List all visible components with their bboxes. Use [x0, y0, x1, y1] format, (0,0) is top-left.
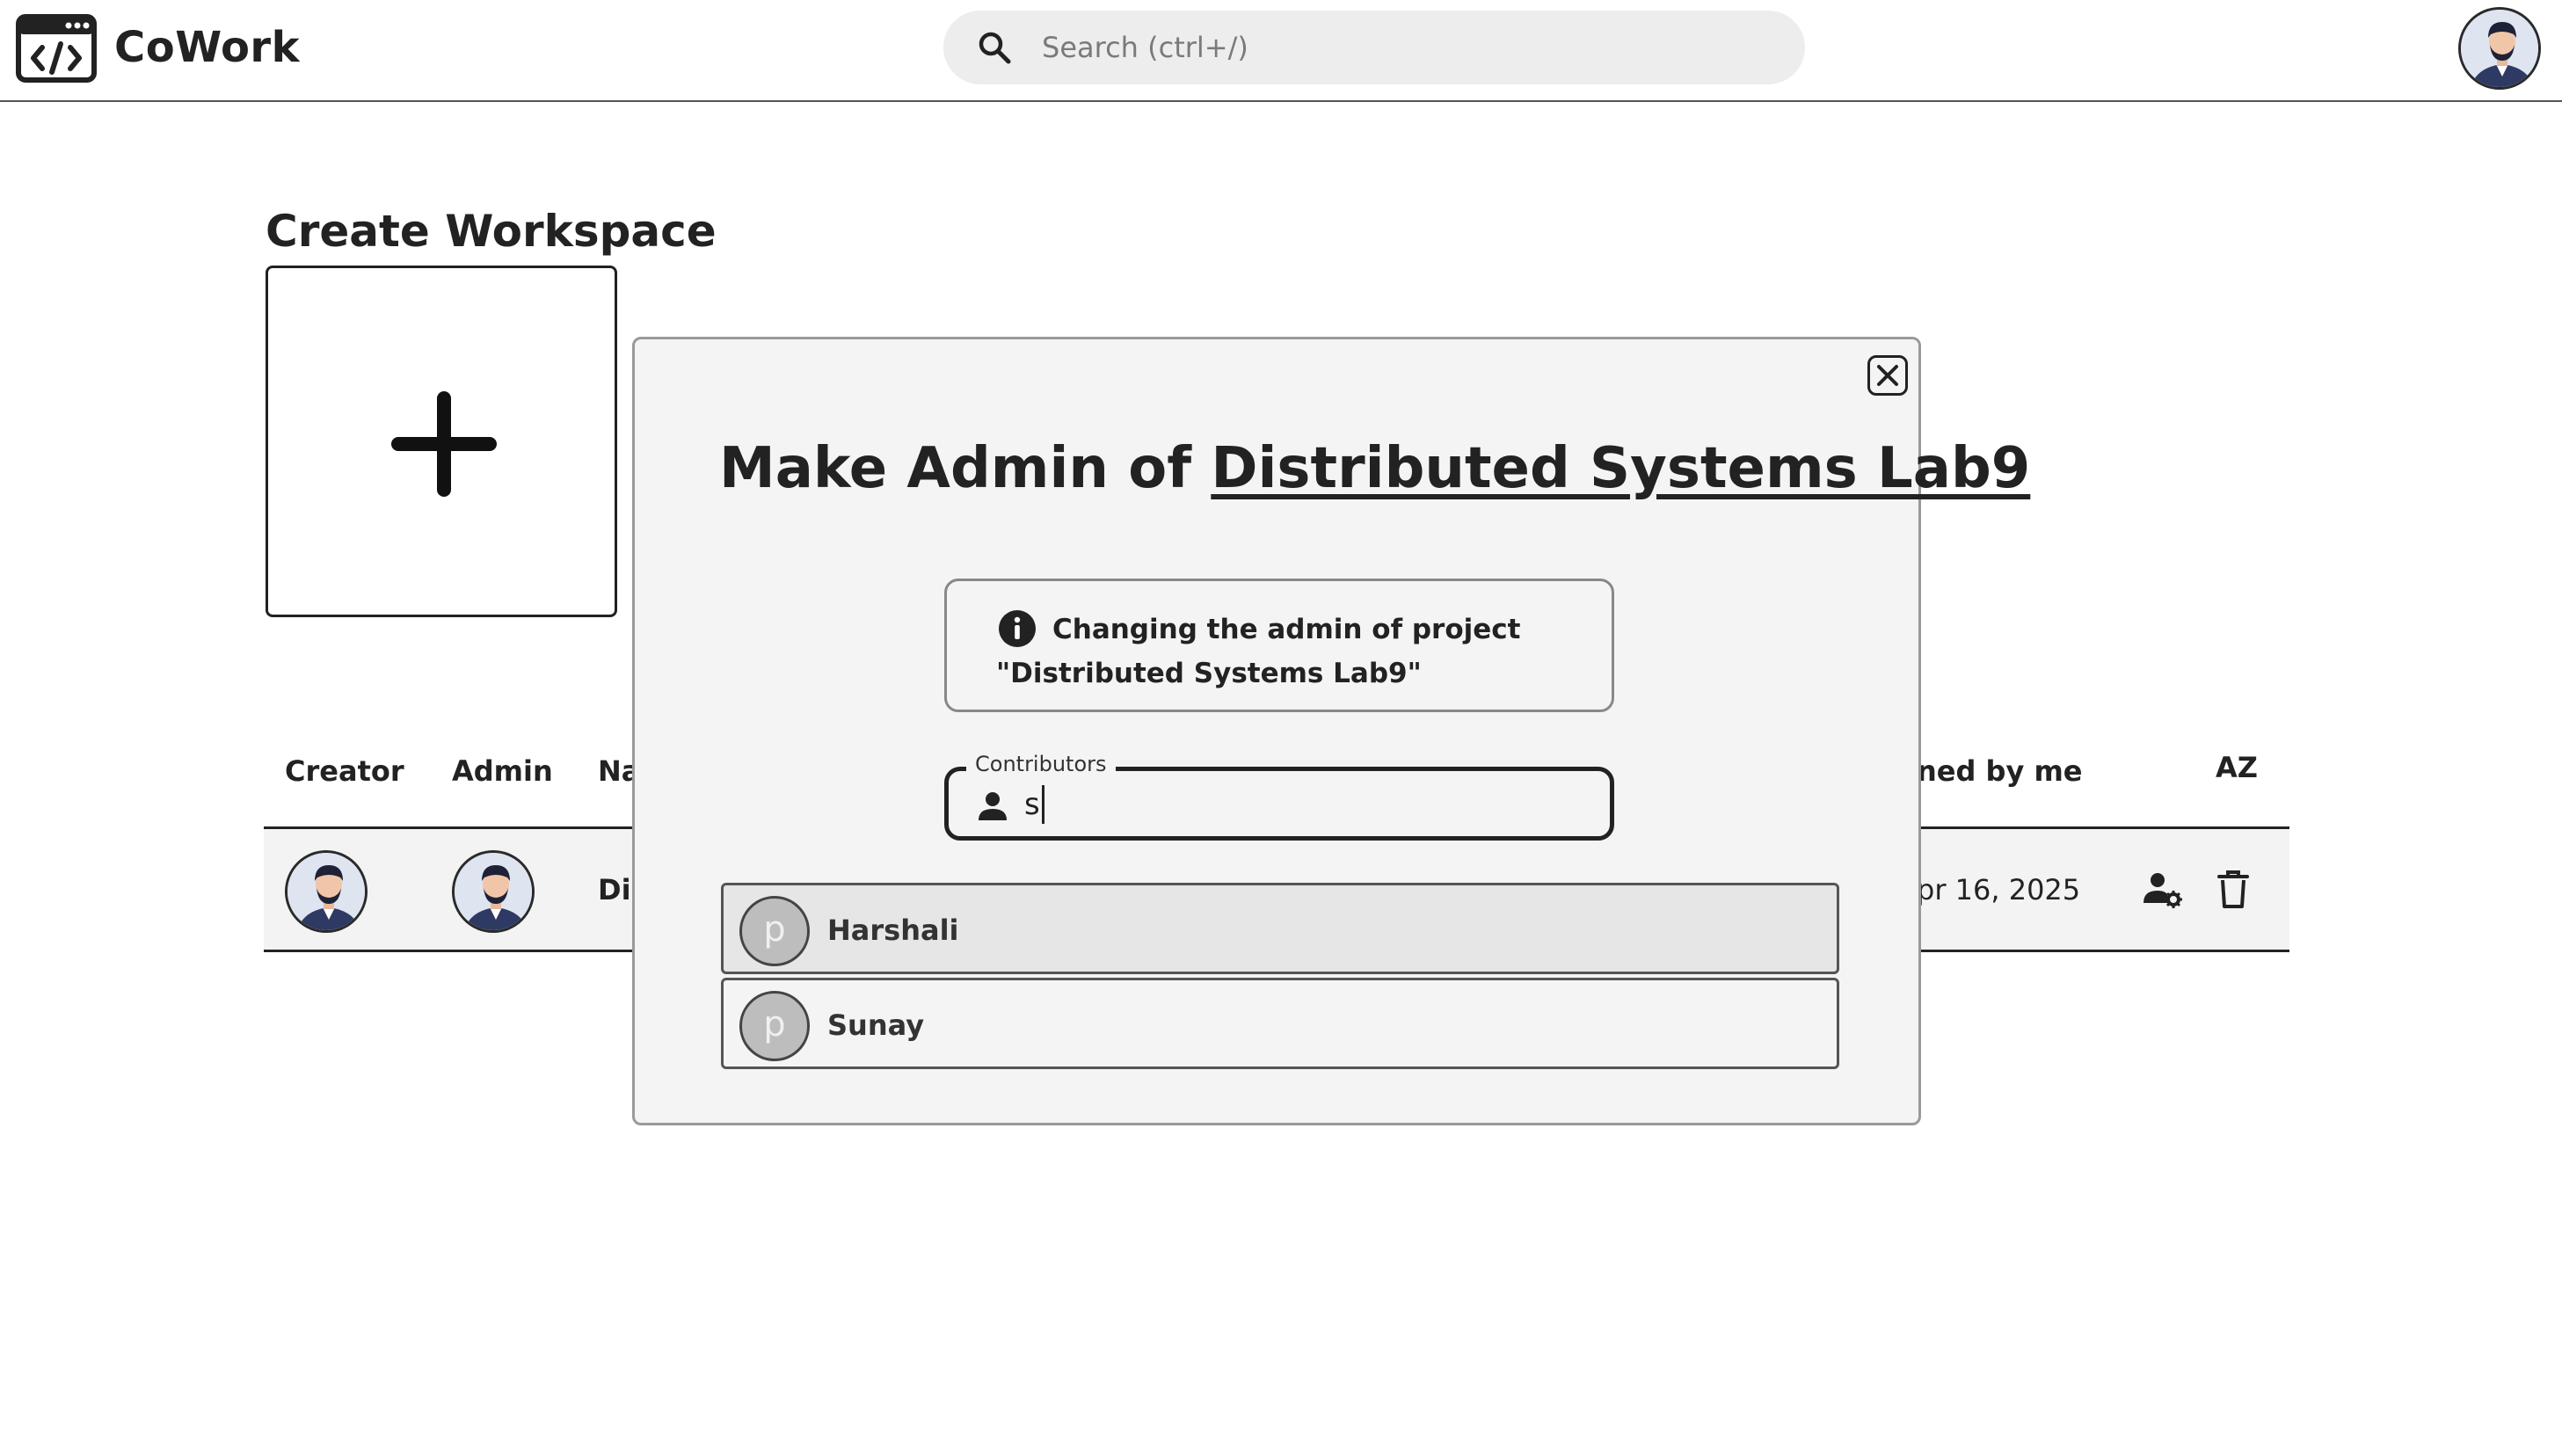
workspace-date: pr 16, 2025 [1917, 873, 2081, 906]
close-icon [1877, 365, 1898, 386]
user-avatar[interactable] [2458, 7, 2541, 90]
search-input[interactable] [1042, 23, 1763, 72]
make-admin-dialog: Make Admin of Distributed Systems Lab9 C… [632, 337, 2030, 1125]
contributors-label: Contributors [966, 752, 1116, 776]
option-sunay[interactable]: p Sunay [721, 978, 1839, 1069]
dialog-title-prefix: Make Admin of [719, 436, 1212, 501]
person-avatar-icon [2461, 10, 2538, 87]
search-icon [979, 32, 1011, 64]
close-button[interactable] [1867, 355, 1908, 396]
info-alert: Changing the admin of project "Distribut… [944, 579, 1614, 712]
option-avatar: p [739, 991, 810, 1061]
brand-name[interactable]: CoWork [114, 23, 300, 72]
option-avatar: p [739, 896, 810, 966]
delete-icon[interactable] [2212, 868, 2254, 910]
column-header-owned-by-me[interactable]: ned by me [1917, 754, 2082, 788]
create-workspace-button[interactable] [266, 266, 617, 617]
sort-az-button[interactable]: AZ [2216, 751, 2258, 784]
dialog-title: Make Admin of Distributed Systems Lab9 [719, 436, 2030, 501]
code-window-logo-icon[interactable] [16, 14, 97, 83]
option-name: Harshali [827, 914, 959, 947]
column-header-creator[interactable]: Creator [285, 754, 404, 788]
plus-icon [391, 391, 497, 497]
search-bar[interactable] [943, 11, 1805, 84]
admin-avatar [452, 850, 535, 933]
top-bar: CoWork [0, 0, 2562, 102]
creator-avatar [285, 850, 368, 933]
person-icon [979, 792, 1007, 820]
contributors-input[interactable] [1024, 782, 1587, 827]
manage-admin-icon[interactable] [2142, 868, 2184, 910]
column-header-admin[interactable]: Admin [452, 754, 553, 788]
info-message: Changing the admin of project "Distribut… [996, 614, 1521, 689]
person-avatar-icon [287, 853, 365, 930]
person-avatar-icon [455, 853, 532, 930]
create-workspace-title: Create Workspace [266, 206, 717, 257]
sort-az-icon: AZ [2216, 751, 2258, 784]
option-name: Sunay [827, 1008, 925, 1042]
contributors-field[interactable]: Contributors [944, 752, 1614, 841]
text-caret [1042, 785, 1044, 824]
option-harshali[interactable]: p Harshali [721, 883, 1839, 974]
project-link[interactable]: Distributed Systems Lab9 [1211, 436, 2030, 501]
